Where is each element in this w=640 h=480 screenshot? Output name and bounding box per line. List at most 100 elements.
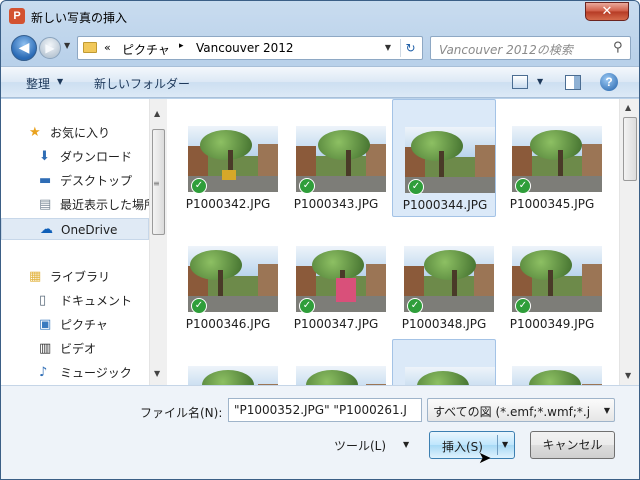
split-separator	[497, 435, 498, 455]
file-tile[interactable]: ✓ P1000342.JPG	[176, 99, 280, 217]
checkmark-icon[interactable]: ✓	[191, 178, 207, 194]
sidebar-item-library[interactable]: ▦ ライブラリ	[1, 266, 149, 288]
file-grid: ✓ P1000342.JPG ✓ P1000343.JPG ✓ P1000344.JPG ✓…	[168, 99, 619, 385]
navigation-pane: ♪ ミュージック ▥ ビデオ ▣ ピクチャ ▯ ドキュメント ▦ ライブラリ ☁ OneDrive ▤ 最…	[1, 99, 167, 385]
file-name: P1000345.JPG	[509, 197, 595, 211]
checkmark-icon[interactable]: ✓	[299, 298, 315, 314]
library-icon: ▦	[29, 269, 42, 284]
file-tile[interactable]: ✓ P1000343.JPG	[284, 99, 388, 217]
checkmark-icon[interactable]: ✓	[299, 178, 315, 194]
breadcrumb-separator-icon[interactable]: ▸	[179, 41, 184, 51]
powerpoint-icon: P	[9, 8, 25, 24]
close-button[interactable]: ✕	[585, 2, 629, 21]
back-button[interactable]: ◀	[11, 35, 37, 61]
music-icon: ♪	[39, 365, 48, 380]
scroll-grip-icon: ≡	[153, 179, 160, 188]
filename-field[interactable]: "P1000352.JPG" "P1000261.J	[228, 398, 422, 422]
file-name: P1000342.JPG	[185, 197, 271, 211]
photo-thumbnail	[188, 366, 278, 385]
desktop-icon: ▬	[39, 173, 52, 188]
insert-label: 挿入(S)	[442, 440, 483, 454]
search-icon[interactable]: ⚲	[613, 40, 623, 55]
view-options-dropdown-icon[interactable]: ▼	[537, 77, 543, 86]
file-tile[interactable]: ✓ P1000349.JPG	[500, 219, 604, 337]
preview-pane-icon[interactable]	[565, 75, 581, 90]
sidebar-item-videos[interactable]: ▥ ビデオ	[1, 338, 149, 360]
sidebar-item-star[interactable]: ★ お気に入り	[1, 122, 149, 144]
navigation-scrollbar[interactable]: ▲ ≡ ▼	[149, 99, 167, 385]
forward-button[interactable]: ▶	[39, 37, 61, 59]
onedrive-icon: ☁	[40, 222, 53, 237]
cancel-button[interactable]: キャンセル	[530, 431, 615, 459]
file-tile[interactable]: ✓ P1000344.JPG	[392, 99, 496, 217]
scroll-thumb[interactable]	[623, 117, 637, 181]
file-grid-scrollbar[interactable]: ▲ ▼	[619, 99, 639, 385]
chevron-down-icon[interactable]: ▼	[604, 406, 610, 415]
organize-dropdown-icon[interactable]: ▼	[57, 77, 63, 86]
insert-button[interactable]: 挿入(S) ▼	[429, 431, 515, 459]
change-view-icon[interactable]	[512, 75, 528, 89]
path-overflow-button[interactable]: «	[104, 41, 111, 54]
file-tile[interactable]: ✓ P1000347.JPG	[284, 219, 388, 337]
checkmark-icon[interactable]: ✓	[191, 298, 207, 314]
filetype-select[interactable]: すべての図 (*.emf;*.wmf;*.j ▼	[427, 398, 615, 422]
window-title: 新しい写真の挿入	[31, 11, 128, 25]
sidebar-item-download-folder[interactable]: ⬇ ダウンロード	[1, 146, 149, 168]
mouse-cursor-icon: ➤	[478, 448, 492, 467]
file-tile[interactable]: ✓ P1000346.JPG	[176, 219, 280, 337]
new-folder-button[interactable]: 新しいフォルダー	[94, 75, 190, 92]
sidebar-item-label: ミュージック	[60, 366, 132, 380]
file-tile[interactable]	[284, 339, 388, 385]
file-tile[interactable]: ✓ P1000348.JPG	[392, 219, 496, 337]
videos-icon: ▥	[39, 341, 52, 356]
sidebar-item-recent-places[interactable]: ▤ 最近表示した場所	[1, 194, 149, 216]
organize-button[interactable]: 整理	[26, 75, 50, 92]
sidebar-item-label: デスクトップ	[60, 174, 133, 188]
refresh-icon[interactable]: ↻	[400, 39, 420, 57]
sidebar-item-label: ライブラリ	[50, 270, 111, 284]
sidebar-item-onedrive[interactable]: ☁ OneDrive	[1, 218, 149, 240]
star-icon: ★	[29, 125, 41, 140]
sidebar-item-label: 最近表示した場所	[60, 198, 149, 212]
search-box[interactable]: Vancouver 2012の検索 ⚲	[430, 36, 631, 60]
tools-button[interactable]: ツール(L)	[334, 437, 386, 454]
checkmark-icon[interactable]: ✓	[515, 298, 531, 314]
sidebar-item-music[interactable]: ♪ ミュージック	[1, 362, 149, 384]
breadcrumb-vancouver-2012[interactable]: Vancouver 2012	[196, 41, 294, 55]
checkmark-icon[interactable]: ✓	[408, 179, 424, 195]
sidebar-item-documents[interactable]: ▯ ドキュメント	[1, 290, 149, 312]
file-tile[interactable]	[500, 339, 604, 385]
scroll-down-icon[interactable]: ▼	[154, 369, 160, 378]
address-dropdown-button[interactable]: ▼	[380, 39, 396, 57]
insert-options-icon[interactable]: ▼	[502, 440, 508, 449]
scroll-down-icon[interactable]: ▼	[625, 371, 631, 380]
address-bar[interactable]: « ピクチャ ▸ Vancouver 2012 ▼ ↻	[77, 36, 423, 60]
insert-picture-dialog: P 新しい写真の挿入 ✕ ◀ ▶ ▼ « ピクチャ ▸ Vancouver 20…	[0, 0, 640, 480]
file-tile[interactable]	[392, 339, 496, 385]
file-tile[interactable]: ✓ P1000345.JPG	[500, 99, 604, 217]
file-name: P1000348.JPG	[401, 317, 487, 331]
breadcrumb-pictures[interactable]: ピクチャ	[122, 41, 170, 58]
sidebar-item-pictures[interactable]: ▣ ピクチャ	[1, 314, 149, 336]
checkmark-icon[interactable]: ✓	[515, 178, 531, 194]
sidebar-item-label: ピクチャ	[60, 318, 108, 332]
file-tile[interactable]	[176, 339, 280, 385]
scroll-up-icon[interactable]: ▲	[625, 103, 631, 112]
photo-thumbnail	[296, 366, 386, 385]
search-placeholder: Vancouver 2012の検索	[439, 43, 573, 57]
checkmark-icon[interactable]: ✓	[407, 298, 423, 314]
sidebar-item-desktop[interactable]: ▬ デスクトップ	[1, 170, 149, 192]
content-area: ♪ ミュージック ▥ ビデオ ▣ ピクチャ ▯ ドキュメント ▦ ライブラリ ☁ OneDrive ▤ 最…	[1, 99, 639, 385]
scroll-up-icon[interactable]: ▲	[154, 109, 160, 118]
recent-pages-dropdown[interactable]: ▼	[64, 41, 70, 50]
sidebar-item-label: ドキュメント	[60, 294, 133, 308]
photo-thumbnail	[405, 367, 495, 385]
help-icon[interactable]: ?	[600, 73, 618, 91]
folder-icon	[83, 42, 97, 53]
tools-dropdown-icon[interactable]: ▼	[403, 440, 409, 449]
file-name: P1000346.JPG	[185, 317, 271, 331]
command-bar: 整理 ▼ 新しいフォルダー ▼ ?	[1, 66, 639, 98]
file-name: P1000343.JPG	[293, 197, 379, 211]
pictures-icon: ▣	[39, 317, 52, 332]
dialog-footer: ファイル名(N): "P1000352.JPG" "P1000261.J すべて…	[1, 385, 639, 479]
